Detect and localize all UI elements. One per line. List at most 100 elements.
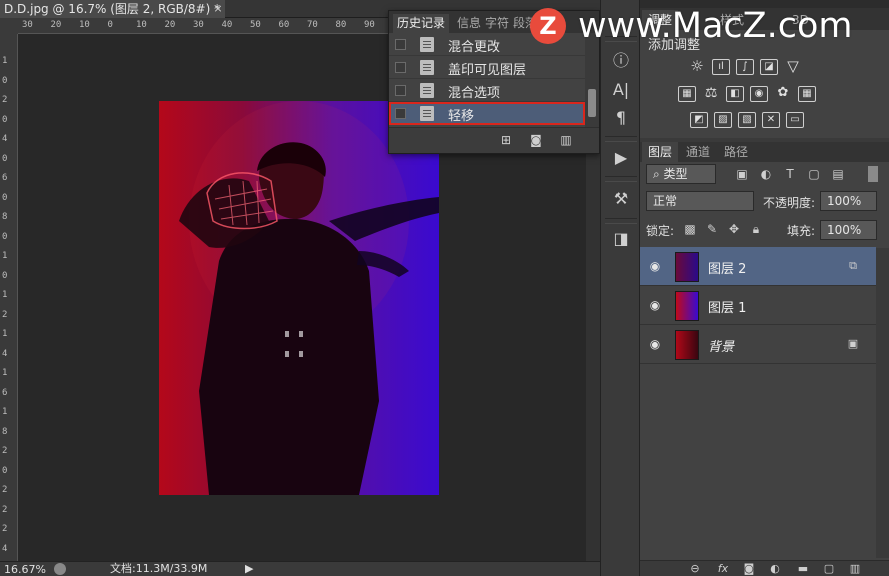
- tool-presets-icon[interactable]: ⚒: [609, 188, 633, 210]
- camera-icon[interactable]: ◙: [529, 134, 543, 146]
- shape-filter-icon[interactable]: ▢: [806, 167, 822, 181]
- layer-name[interactable]: 图层 1: [708, 297, 746, 316]
- type-filter-icon[interactable]: T: [782, 167, 798, 181]
- new-layer-icon[interactable]: ▢: [822, 562, 836, 575]
- eye-icon[interactable]: ◉: [648, 298, 662, 312]
- document-image[interactable]: [159, 101, 439, 495]
- ruler-left-tick-label: 6: [2, 387, 8, 398]
- color-lookup-icon[interactable]: ▦: [798, 86, 816, 102]
- clone-source-icon[interactable]: ◨: [609, 228, 633, 250]
- vibrance-icon[interactable]: ▽: [784, 59, 802, 75]
- history-item-selected[interactable]: 轻移: [389, 102, 585, 125]
- blend-mode-select[interactable]: 正常: [646, 191, 754, 211]
- brightness-contrast-icon[interactable]: ☼: [688, 59, 706, 75]
- eye-icon[interactable]: ◉: [648, 337, 662, 351]
- info-icon[interactable]: ⓘ: [609, 50, 633, 72]
- ruler-left-tick-label: 1: [2, 251, 8, 261]
- link-layers-icon[interactable]: ⊖: [688, 562, 702, 575]
- history-snapshot-checkbox[interactable]: [395, 39, 406, 50]
- lock-all-icon[interactable]: 🔒︎: [748, 222, 764, 236]
- new-document-from-state-icon[interactable]: ⊞: [499, 134, 513, 146]
- black-white-icon[interactable]: ◧: [726, 86, 744, 102]
- zoom-level[interactable]: 16.67%: [4, 563, 46, 576]
- ruler-left-tick-label: 2: [2, 485, 8, 495]
- status-info-icon[interactable]: [54, 563, 66, 575]
- new-fill-adjustment-icon[interactable]: ◐: [768, 562, 782, 575]
- layer-style-icon[interactable]: fx: [716, 562, 730, 575]
- layer-name[interactable]: 图层 2: [708, 258, 746, 277]
- opacity-input[interactable]: 100%: [820, 191, 877, 211]
- color-balance-icon[interactable]: ⚖: [702, 86, 720, 102]
- ruler-corner[interactable]: [0, 18, 18, 34]
- fill-input[interactable]: 100%: [820, 220, 877, 240]
- posterize-icon[interactable]: ▨: [714, 112, 732, 128]
- history-state-icon: [420, 37, 434, 52]
- paragraph-icon[interactable]: ¶: [609, 107, 633, 129]
- history-item[interactable]: 混合选项: [389, 79, 585, 102]
- ruler-left-tick-label: 0: [2, 114, 8, 125]
- status-menu-arrow-icon[interactable]: ▶: [245, 562, 253, 576]
- channel-mixer-icon[interactable]: ✿: [774, 86, 792, 102]
- tab-layers[interactable]: 图层: [642, 142, 679, 162]
- ruler-top-tick-label: 90: [364, 20, 375, 30]
- history-snapshot-checkbox[interactable]: [395, 108, 406, 119]
- delete-layer-icon[interactable]: ▥: [848, 562, 862, 575]
- add-mask-icon[interactable]: ◙: [742, 562, 756, 575]
- layer-thumbnail: [675, 252, 699, 282]
- character-icon[interactable]: A|: [609, 79, 633, 101]
- ruler-left-tick-label: 6: [2, 173, 8, 183]
- close-icon[interactable]: ×: [211, 0, 225, 18]
- photo-filter-icon[interactable]: ◉: [750, 86, 768, 102]
- history-panel-footer: ⊞ ◙ ▥: [389, 127, 599, 153]
- ruler-left-tick-label: 0: [2, 270, 8, 281]
- trash-icon[interactable]: ▥: [559, 134, 573, 146]
- layer-name[interactable]: 背景: [708, 336, 734, 355]
- ruler-top-tick-label: 10: [79, 20, 90, 30]
- ruler-left-tick-label: 2: [2, 504, 8, 515]
- ruler-left-tick-label: 2: [2, 95, 8, 105]
- layer-row-layer-2[interactable]: ◉ 图层 2 ⧉: [640, 247, 876, 286]
- exposure-icon[interactable]: ◪: [760, 59, 778, 75]
- ruler-left-tick-label: 0: [2, 231, 8, 242]
- hue-saturation-icon[interactable]: ▦: [678, 86, 696, 102]
- tab-history[interactable]: 历史记录: [393, 14, 450, 33]
- ruler-top-tick-label: 0: [107, 20, 113, 30]
- invert-icon[interactable]: ◩: [690, 112, 708, 128]
- ruler-left-tick-label: 4: [2, 134, 8, 144]
- ruler-left-tick-label: 4: [2, 348, 8, 359]
- curves-icon[interactable]: ∫: [736, 59, 754, 75]
- adjustment-filter-icon[interactable]: ◐: [758, 167, 774, 181]
- history-scrollbar-thumb[interactable]: [588, 89, 596, 117]
- filter-toggle-switch[interactable]: [868, 166, 878, 182]
- strip-divider: [605, 176, 637, 182]
- ruler-left-tick-label: 8: [2, 212, 8, 222]
- adjustments-panel: 添加调整 ☼ ıl ∫ ◪ ▽ ▦ ⚖ ◧ ◉ ✿ ▦ ◩ ▨ ▧ ✕ ▭: [640, 30, 889, 138]
- history-snapshot-checkbox[interactable]: [395, 85, 406, 96]
- history-snapshot-checkbox[interactable]: [395, 62, 406, 73]
- selective-color-icon[interactable]: ✕: [762, 112, 780, 128]
- layer-filter-kind-select[interactable]: ⌕ 类型: [646, 164, 716, 184]
- lock-image-pixels-icon[interactable]: ✎: [704, 222, 720, 236]
- pixel-filter-icon[interactable]: ▣: [734, 167, 750, 181]
- ruler-left-tick-label: 2: [2, 524, 8, 534]
- tab-channels[interactable]: 通道: [680, 142, 716, 162]
- ruler-left[interactable]: 1 0 2 0 4 0 6 0 8 0 1 0 1 2 1 4 1 6 1 8 2 0 2 2 2 4: [0, 34, 18, 561]
- layer-row-background[interactable]: ◉ 背景 ▣: [640, 325, 876, 364]
- strip-divider: [605, 218, 637, 224]
- lock-transparent-pixels-icon[interactable]: ▩: [682, 222, 698, 236]
- lock-position-icon[interactable]: ✥: [726, 222, 742, 236]
- new-group-icon[interactable]: ▬: [796, 562, 810, 575]
- actions-play-icon[interactable]: ▶: [609, 147, 633, 169]
- eye-icon[interactable]: ◉: [648, 259, 662, 273]
- layer-filter-kind-value: 类型: [663, 167, 688, 181]
- tab-paths[interactable]: 路径: [718, 142, 754, 162]
- threshold-icon[interactable]: ▧: [738, 112, 756, 128]
- layers-scrollbar[interactable]: [876, 248, 889, 558]
- layer-row-layer-1[interactable]: ◉ 图层 1: [640, 286, 876, 325]
- fill-label: 填充:: [787, 224, 816, 238]
- history-item[interactable]: 盖印可见图层: [389, 56, 585, 79]
- gradient-map-icon[interactable]: ▭: [786, 112, 804, 128]
- smart-object-filter-icon[interactable]: ▤: [830, 167, 846, 181]
- levels-icon[interactable]: ıl: [712, 59, 730, 75]
- document-tab[interactable]: D.D.jpg @ 16.7% (图层 2, RGB/8#) *: [0, 0, 225, 18]
